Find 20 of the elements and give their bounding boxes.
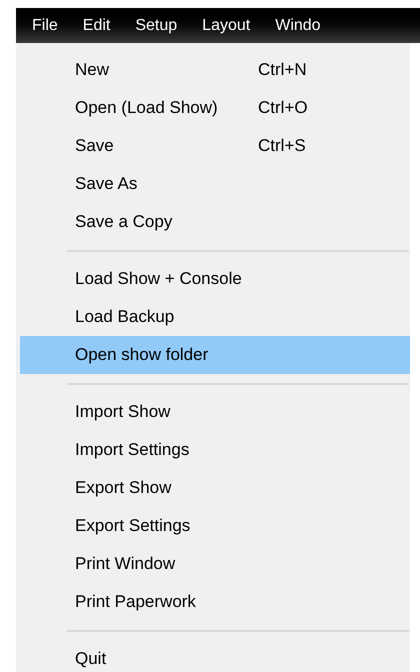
menu-item[interactable]: Load Backup xyxy=(20,298,410,336)
menu-item[interactable]: Save a Copy xyxy=(20,203,410,241)
menu-item[interactable]: Print Window xyxy=(20,545,410,583)
menu-item[interactable]: Load Show + Console xyxy=(20,260,410,298)
menu-bar-item[interactable]: File xyxy=(32,16,58,36)
menu-item[interactable]: Save As xyxy=(20,165,410,203)
menu-item[interactable]: Open (Load Show) Ctrl+O xyxy=(20,89,410,127)
menu-item[interactable]: Import Show xyxy=(20,393,410,431)
menu-item[interactable]: Print Paperwork xyxy=(20,583,410,621)
menu-item[interactable]: Open show folder xyxy=(20,336,410,374)
menu-item[interactable]: New Ctrl+N xyxy=(20,51,410,89)
menu-item[interactable]: Export Settings xyxy=(20,507,410,545)
menu-bar-item[interactable]: Windo xyxy=(275,16,321,36)
menu-bar-item[interactable]: Layout xyxy=(202,16,250,36)
menu-bar-item[interactable]: Setup xyxy=(135,16,178,36)
menu-item[interactable]: Import Settings xyxy=(20,431,410,469)
menu-bar-item[interactable]: Edit xyxy=(82,16,110,36)
menu-item[interactable]: Quit xyxy=(20,640,410,672)
menu-item[interactable]: Export Show xyxy=(20,469,410,507)
menu-item[interactable]: Save Ctrl+S xyxy=(20,127,410,165)
